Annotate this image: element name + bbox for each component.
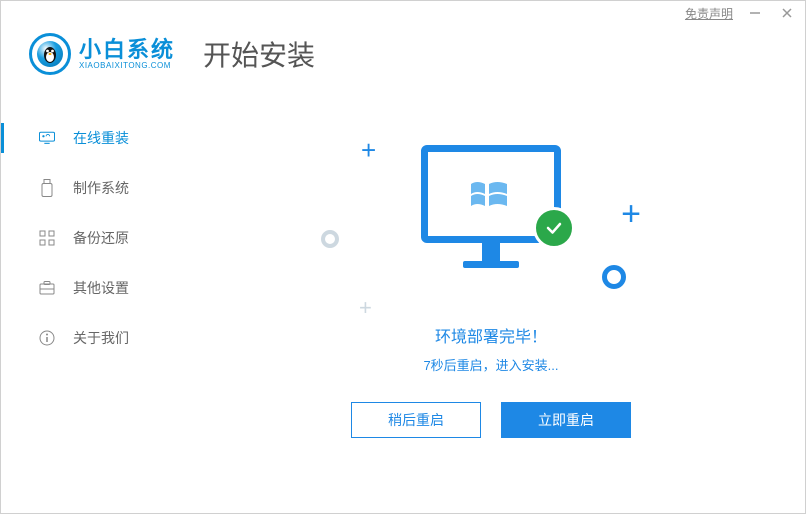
app-window: 免责声明 小白系统 XI [0,0,806,514]
sidebar-item-label: 在线重装 [73,128,129,148]
check-icon [543,217,565,239]
restart-now-button[interactable]: 立即重启 [501,402,631,438]
minimize-button[interactable] [745,3,765,23]
status-title: 环境部署完毕！ [435,323,547,347]
sidebar-item-online-reinstall[interactable]: 在线重装 [1,113,177,163]
circle-icon [321,230,339,248]
close-icon [781,7,793,19]
header: 小白系统 XIAOBAIXITONG.COM 开始安装 [1,25,805,95]
minimize-icon [749,7,761,19]
penguin-icon [41,44,59,64]
status-subtitle: 7秒后重启，进入安装... [423,355,558,374]
usb-icon [39,180,55,196]
info-icon [39,330,55,346]
sidebar: 在线重装 制作系统 备份还原 其他设置 [1,95,177,513]
sidebar-item-make-system[interactable]: 制作系统 [1,163,177,213]
sidebar-item-about[interactable]: 关于我们 [1,313,177,363]
page-title: 开始安装 [203,34,315,74]
sidebar-item-label: 制作系统 [73,178,129,198]
monitor-icon [421,145,561,275]
sidebar-item-backup-restore[interactable]: 备份还原 [1,213,177,263]
logo-subtitle: XIAOBAIXITONG.COM [79,61,175,70]
grid-icon [39,230,55,246]
display-icon [39,130,55,146]
circle-icon [602,265,626,289]
sidebar-item-label: 其他设置 [73,278,129,298]
restart-later-button[interactable]: 稍后重启 [351,402,481,438]
illustration: + + + [321,135,661,315]
body: 在线重装 制作系统 备份还原 其他设置 [1,95,805,513]
check-badge-icon [533,207,575,249]
main-content: + + + [177,95,805,513]
plus-icon: + [621,195,641,234]
logo-icon [29,33,71,75]
disclaimer-link[interactable]: 免责声明 [685,5,733,22]
logo: 小白系统 XIAOBAIXITONG.COM [29,33,175,75]
plus-icon: + [361,135,376,166]
button-row: 稍后重启 立即重启 [351,402,631,438]
logo-title: 小白系统 [79,39,175,61]
windows-logo-icon [467,174,515,214]
close-button[interactable] [777,3,797,23]
sidebar-item-label: 备份还原 [73,228,129,248]
briefcase-icon [39,280,55,296]
titlebar: 免责声明 [1,1,805,25]
plus-icon: + [359,295,372,321]
sidebar-item-other-settings[interactable]: 其他设置 [1,263,177,313]
sidebar-item-label: 关于我们 [73,328,129,348]
